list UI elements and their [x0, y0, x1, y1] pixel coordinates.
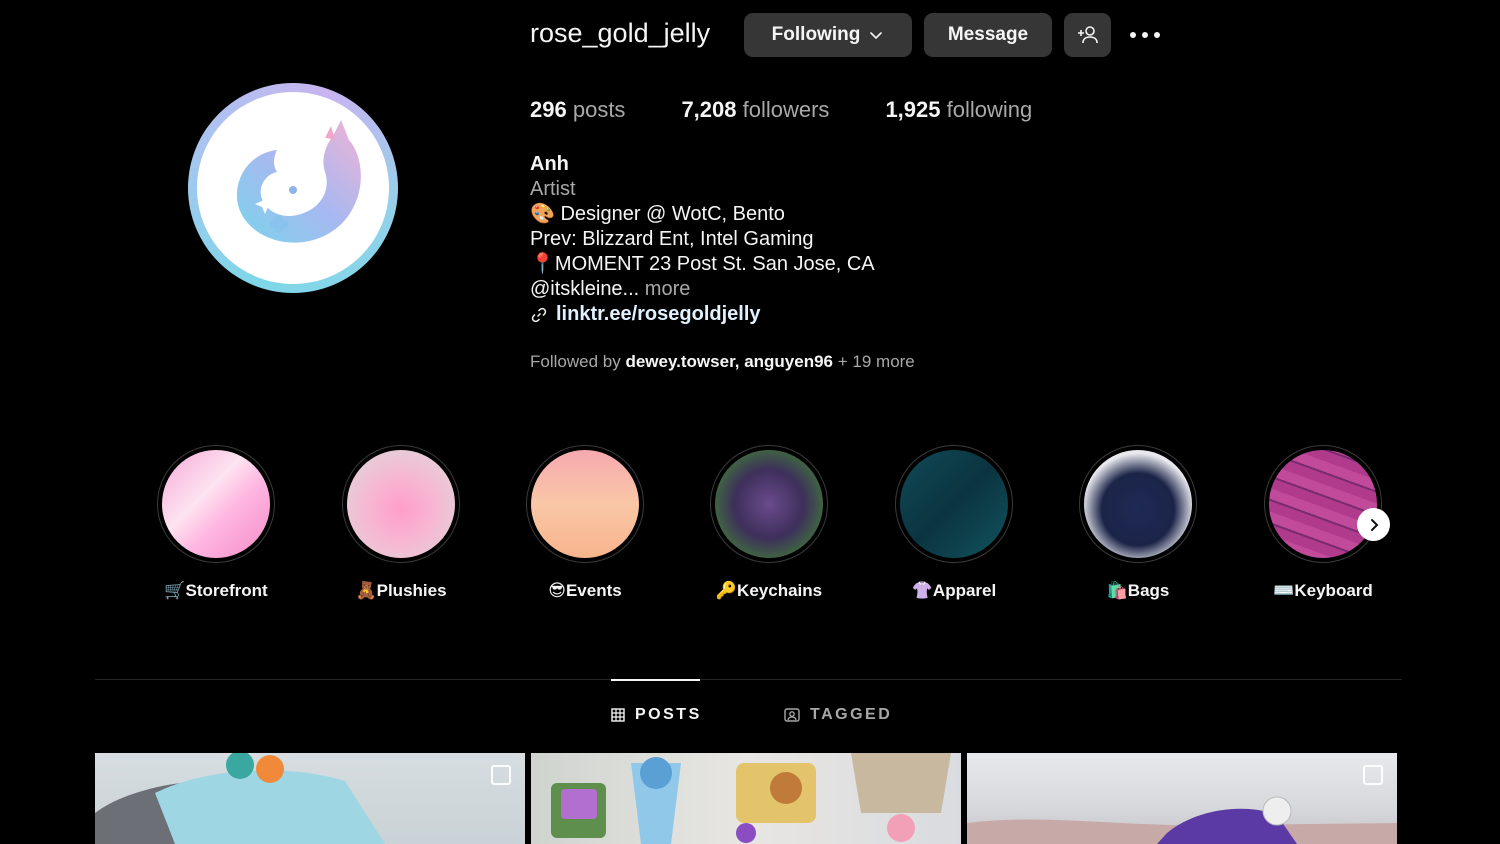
highlight-label: 🧸Plushies [355, 581, 447, 600]
bio-mention[interactable]: @itskleine... [530, 278, 639, 300]
bio-line: 📍MOMENT 23 Post St. San Jose, CA [530, 253, 875, 275]
message-button-label: Message [947, 24, 1029, 45]
followers-count-label: followers [742, 97, 830, 122]
message-button[interactable]: Message [924, 13, 1052, 57]
highlight-storefront[interactable]: 🛒Storefront [141, 445, 291, 601]
suggest-users-button[interactable] [1064, 13, 1111, 57]
followers-count-value: 7,208 [681, 97, 737, 122]
bio-line: Prev: Blizzard Ent, Intel Gaming [530, 228, 814, 250]
profile-stats: 296 posts 7,208 followers 1,925 followin… [530, 97, 1088, 123]
post-image [967, 796, 1397, 844]
highlight-cover [1084, 450, 1192, 558]
following-count-value: 1,925 [885, 97, 941, 122]
highlight-cover [900, 450, 1008, 558]
profile-bio: Anh Artist 🎨 Designer @ WotC, Bento Prev… [530, 152, 875, 327]
followers-link[interactable]: 7,208 followers [681, 97, 829, 123]
followed-by-user: anguyen96 [744, 352, 834, 371]
highlight-cover [715, 450, 823, 558]
highlight-cover [1269, 450, 1377, 558]
chevron-down-icon [870, 32, 883, 40]
post-image [95, 753, 385, 844]
highlight-label: ⌨️Keyboard [1273, 581, 1373, 600]
post-image [551, 753, 951, 844]
following-count-label: following [946, 97, 1033, 122]
bio-link-text: linktr.ee/rosegoldjelly [556, 303, 761, 325]
highlight-label: 🔑Keychains [715, 581, 823, 600]
highlight-cover [531, 450, 639, 558]
grid-icon [611, 708, 625, 722]
post-thumbnail[interactable] [95, 753, 525, 844]
add-user-icon [1077, 26, 1098, 44]
tab-tagged[interactable]: TAGGED [784, 706, 892, 724]
link-icon [531, 307, 547, 322]
highlight-events[interactable]: 😎Events [510, 445, 660, 601]
following-button-label: Following [771, 24, 861, 45]
multi-post-icon [1363, 765, 1383, 785]
tab-posts[interactable]: POSTS [611, 706, 702, 724]
highlight-bags[interactable]: 🛍️Bags [1063, 445, 1213, 601]
multi-post-icon [491, 765, 511, 785]
highlights-next-button[interactable] [1357, 508, 1390, 541]
profile-full-name: Anh [530, 153, 569, 175]
followed-by-user: dewey.towser, [625, 352, 740, 371]
highlight-label: 🛒Storefront [164, 581, 268, 600]
tabs-divider [95, 679, 1402, 680]
following-link[interactable]: 1,925 following [885, 97, 1032, 123]
highlight-plushies[interactable]: 🧸Plushies [326, 445, 476, 601]
highlight-apparel[interactable]: 👚Apparel [879, 445, 1029, 601]
ellipsis-icon [1130, 32, 1160, 38]
highlight-label: 😎Events [548, 581, 622, 600]
tagged-person-icon [784, 708, 800, 722]
followed-by-prefix: Followed by [530, 352, 621, 371]
posts-count-value: 296 [530, 97, 567, 122]
bio-external-link[interactable]: linktr.ee/rosegoldjelly [530, 302, 875, 327]
tab-tagged-label: TAGGED [810, 706, 893, 723]
post-thumbnail[interactable] [531, 753, 961, 844]
more-options-button[interactable] [1128, 22, 1162, 48]
bio-line: 🎨 Designer @ WotC, Bento [530, 203, 785, 225]
profile-username: rose_gold_jelly [530, 18, 711, 48]
cat-logo-icon [236, 120, 361, 243]
followed-by-suffix: + 19 more [837, 352, 915, 371]
highlight-keychains[interactable]: 🔑Keychains [694, 445, 844, 601]
highlight-cover [162, 450, 270, 558]
posts-count: 296 posts [530, 97, 625, 123]
highlight-label: 🛍️Bags [1106, 581, 1170, 600]
followed-by-summary[interactable]: Followed by dewey.towser, anguyen96 + 19… [530, 352, 915, 372]
posts-count-label: posts [572, 97, 626, 122]
profile-avatar[interactable] [188, 83, 398, 293]
bio-more-link[interactable]: more [645, 278, 691, 300]
chevron-right-icon [1370, 518, 1378, 531]
profile-category: Artist [530, 178, 576, 200]
highlight-label: 👚Apparel [911, 581, 997, 600]
tab-posts-label: POSTS [635, 706, 702, 723]
post-thumbnail[interactable] [967, 753, 1397, 844]
following-button[interactable]: Following [744, 13, 912, 57]
highlight-cover [347, 450, 455, 558]
active-tab-indicator [611, 679, 700, 681]
